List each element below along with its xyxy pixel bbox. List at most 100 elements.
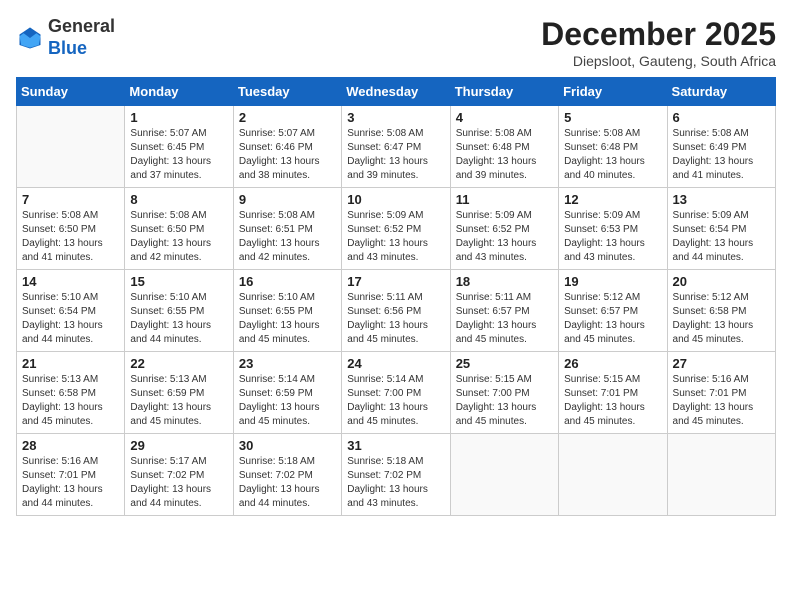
- day-number: 2: [239, 110, 336, 125]
- calendar-cell: 9Sunrise: 5:08 AM Sunset: 6:51 PM Daylig…: [233, 188, 341, 270]
- calendar-cell: 19 Sunrise: 5:12 AM Sunset: 6:57 PM Dayli…: [559, 270, 667, 352]
- day-number: 19: [564, 274, 661, 289]
- day-number: 18: [456, 274, 553, 289]
- day-number: 10: [347, 192, 444, 207]
- weekday-header: Thursday: [450, 78, 558, 106]
- cell-details: Sunrise: 5:12 AM Sunset: 6:58 PM Dayligh…: [673, 291, 770, 347]
- calendar-cell: 2 Sunrise: 5:07 AM Sunset: 6:46 PM Daylig…: [233, 106, 341, 188]
- day-number: 24: [347, 356, 444, 371]
- calendar-cell: 18 Sunrise: 5:11 AM Sunset: 6:57 PM Dayli…: [450, 270, 558, 352]
- cell-details: Sunrise: 5:07 AM Sunset: 6:45 PM Dayligh…: [130, 127, 227, 183]
- cell-details: Sunrise: 5:13 AM Sunset: 6:59 PM Dayligh…: [130, 373, 227, 429]
- day-number: 11: [456, 192, 553, 207]
- calendar-week-row: 21 Sunrise: 5:13 AM Sunset: 6:58 PM Dayli…: [17, 352, 776, 434]
- day-number: 4: [456, 110, 553, 125]
- calendar-cell: 3 Sunrise: 5:08 AM Sunset: 6:47 PM Daylig…: [342, 106, 450, 188]
- cell-details: Sunrise: 5:08 AM Sunset: 6:50 PM Dayligh…: [130, 209, 227, 265]
- weekday-header: Wednesday: [342, 78, 450, 106]
- calendar-cell: 8Sunrise: 5:08 AM Sunset: 6:50 PM Daylig…: [125, 188, 233, 270]
- month-title: December 2025: [541, 16, 776, 53]
- day-number: 6: [673, 110, 770, 125]
- cell-details: Sunrise: 5:08 AM Sunset: 6:48 PM Dayligh…: [564, 127, 661, 183]
- cell-details: Sunrise: 5:16 AM Sunset: 7:01 PM Dayligh…: [673, 373, 770, 429]
- calendar-table: SundayMondayTuesdayWednesdayThursdayFrid…: [16, 77, 776, 516]
- day-number: 22: [130, 356, 227, 371]
- day-number: 16: [239, 274, 336, 289]
- calendar-cell: 10 Sunrise: 5:09 AM Sunset: 6:52 PM Dayli…: [342, 188, 450, 270]
- cell-details: Sunrise: 5:15 AM Sunset: 7:01 PM Dayligh…: [564, 373, 661, 429]
- day-number: 3: [347, 110, 444, 125]
- cell-details: Sunrise: 5:07 AM Sunset: 6:46 PM Dayligh…: [239, 127, 336, 183]
- cell-details: Sunrise: 5:18 AM Sunset: 7:02 PM Dayligh…: [239, 455, 336, 511]
- cell-details: Sunrise: 5:14 AM Sunset: 7:00 PM Dayligh…: [347, 373, 444, 429]
- cell-details: Sunrise: 5:12 AM Sunset: 6:57 PM Dayligh…: [564, 291, 661, 347]
- day-number: 28: [22, 438, 119, 453]
- logo-blue: Blue: [48, 38, 115, 60]
- calendar-cell: 30 Sunrise: 5:18 AM Sunset: 7:02 PM Dayli…: [233, 434, 341, 516]
- calendar-cell: 1 Sunrise: 5:07 AM Sunset: 6:45 PM Daylig…: [125, 106, 233, 188]
- calendar-cell: 23Sunrise: 5:14 AM Sunset: 6:59 PM Dayli…: [233, 352, 341, 434]
- calendar-cell: 4 Sunrise: 5:08 AM Sunset: 6:48 PM Daylig…: [450, 106, 558, 188]
- title-block: December 2025 Diepsloot, Gauteng, South …: [541, 16, 776, 69]
- calendar-week-row: 1 Sunrise: 5:07 AM Sunset: 6:45 PM Daylig…: [17, 106, 776, 188]
- calendar-week-row: 7 Sunrise: 5:08 AM Sunset: 6:50 PM Daylig…: [17, 188, 776, 270]
- calendar-cell: 24 Sunrise: 5:14 AM Sunset: 7:00 PM Dayli…: [342, 352, 450, 434]
- calendar-cell: 29 Sunrise: 5:17 AM Sunset: 7:02 PM Dayli…: [125, 434, 233, 516]
- day-number: 29: [130, 438, 227, 453]
- calendar-cell: 11Sunrise: 5:09 AM Sunset: 6:52 PM Dayli…: [450, 188, 558, 270]
- calendar-cell: [559, 434, 667, 516]
- cell-details: Sunrise: 5:15 AM Sunset: 7:00 PM Dayligh…: [456, 373, 553, 429]
- calendar-cell: 17 Sunrise: 5:11 AM Sunset: 6:56 PM Dayli…: [342, 270, 450, 352]
- cell-details: Sunrise: 5:09 AM Sunset: 6:54 PM Dayligh…: [673, 209, 770, 265]
- day-number: 25: [456, 356, 553, 371]
- cell-details: Sunrise: 5:17 AM Sunset: 7:02 PM Dayligh…: [130, 455, 227, 511]
- day-number: 21: [22, 356, 119, 371]
- cell-details: Sunrise: 5:10 AM Sunset: 6:55 PM Dayligh…: [130, 291, 227, 347]
- cell-details: Sunrise: 5:18 AM Sunset: 7:02 PM Dayligh…: [347, 455, 444, 511]
- calendar-cell: 22 Sunrise: 5:13 AM Sunset: 6:59 PM Dayli…: [125, 352, 233, 434]
- calendar-week-row: 28 Sunrise: 5:16 AM Sunset: 7:01 PM Dayli…: [17, 434, 776, 516]
- logo-general: General: [48, 16, 115, 38]
- day-number: 26: [564, 356, 661, 371]
- calendar-cell: 26 Sunrise: 5:15 AM Sunset: 7:01 PM Dayli…: [559, 352, 667, 434]
- day-number: 13: [673, 192, 770, 207]
- cell-details: Sunrise: 5:08 AM Sunset: 6:48 PM Dayligh…: [456, 127, 553, 183]
- calendar-cell: 25 Sunrise: 5:15 AM Sunset: 7:00 PM Dayli…: [450, 352, 558, 434]
- calendar-cell: 15 Sunrise: 5:10 AM Sunset: 6:55 PM Dayli…: [125, 270, 233, 352]
- day-number: 12: [564, 192, 661, 207]
- day-number: 14: [22, 274, 119, 289]
- cell-details: Sunrise: 5:10 AM Sunset: 6:55 PM Dayligh…: [239, 291, 336, 347]
- weekday-header: Monday: [125, 78, 233, 106]
- cell-details: Sunrise: 5:13 AM Sunset: 6:58 PM Dayligh…: [22, 373, 119, 429]
- calendar-cell: 12 Sunrise: 5:09 AM Sunset: 6:53 PM Dayli…: [559, 188, 667, 270]
- day-number: 17: [347, 274, 444, 289]
- calendar-cell: 20Sunrise: 5:12 AM Sunset: 6:58 PM Dayli…: [667, 270, 775, 352]
- calendar-cell: 16 Sunrise: 5:10 AM Sunset: 6:55 PM Dayli…: [233, 270, 341, 352]
- day-number: 27: [673, 356, 770, 371]
- day-number: 31: [347, 438, 444, 453]
- cell-details: Sunrise: 5:09 AM Sunset: 6:52 PM Dayligh…: [347, 209, 444, 265]
- cell-details: Sunrise: 5:09 AM Sunset: 6:53 PM Dayligh…: [564, 209, 661, 265]
- day-number: 1: [130, 110, 227, 125]
- calendar-cell: 6Sunrise: 5:08 AM Sunset: 6:49 PM Daylig…: [667, 106, 775, 188]
- cell-details: Sunrise: 5:10 AM Sunset: 6:54 PM Dayligh…: [22, 291, 119, 347]
- day-number: 23: [239, 356, 336, 371]
- cell-details: Sunrise: 5:11 AM Sunset: 6:57 PM Dayligh…: [456, 291, 553, 347]
- calendar-header-row: SundayMondayTuesdayWednesdayThursdayFrid…: [17, 78, 776, 106]
- cell-details: Sunrise: 5:08 AM Sunset: 6:47 PM Dayligh…: [347, 127, 444, 183]
- calendar-cell: 21 Sunrise: 5:13 AM Sunset: 6:58 PM Dayli…: [17, 352, 125, 434]
- calendar-cell: 14 Sunrise: 5:10 AM Sunset: 6:54 PM Dayli…: [17, 270, 125, 352]
- calendar-cell: [450, 434, 558, 516]
- calendar-cell: 27 Sunrise: 5:16 AM Sunset: 7:01 PM Dayli…: [667, 352, 775, 434]
- calendar-cell: 31 Sunrise: 5:18 AM Sunset: 7:02 PM Dayli…: [342, 434, 450, 516]
- day-number: 30: [239, 438, 336, 453]
- day-number: 15: [130, 274, 227, 289]
- weekday-header: Friday: [559, 78, 667, 106]
- calendar-cell: 13 Sunrise: 5:09 AM Sunset: 6:54 PM Dayli…: [667, 188, 775, 270]
- cell-details: Sunrise: 5:16 AM Sunset: 7:01 PM Dayligh…: [22, 455, 119, 511]
- calendar-cell: 7Sunrise: 5:08 AM Sunset: 6:50 PM Daylig…: [17, 188, 125, 270]
- day-number: 7: [22, 192, 119, 207]
- cell-details: Sunrise: 5:11 AM Sunset: 6:56 PM Dayligh…: [347, 291, 444, 347]
- day-number: 9: [239, 192, 336, 207]
- calendar-cell: [17, 106, 125, 188]
